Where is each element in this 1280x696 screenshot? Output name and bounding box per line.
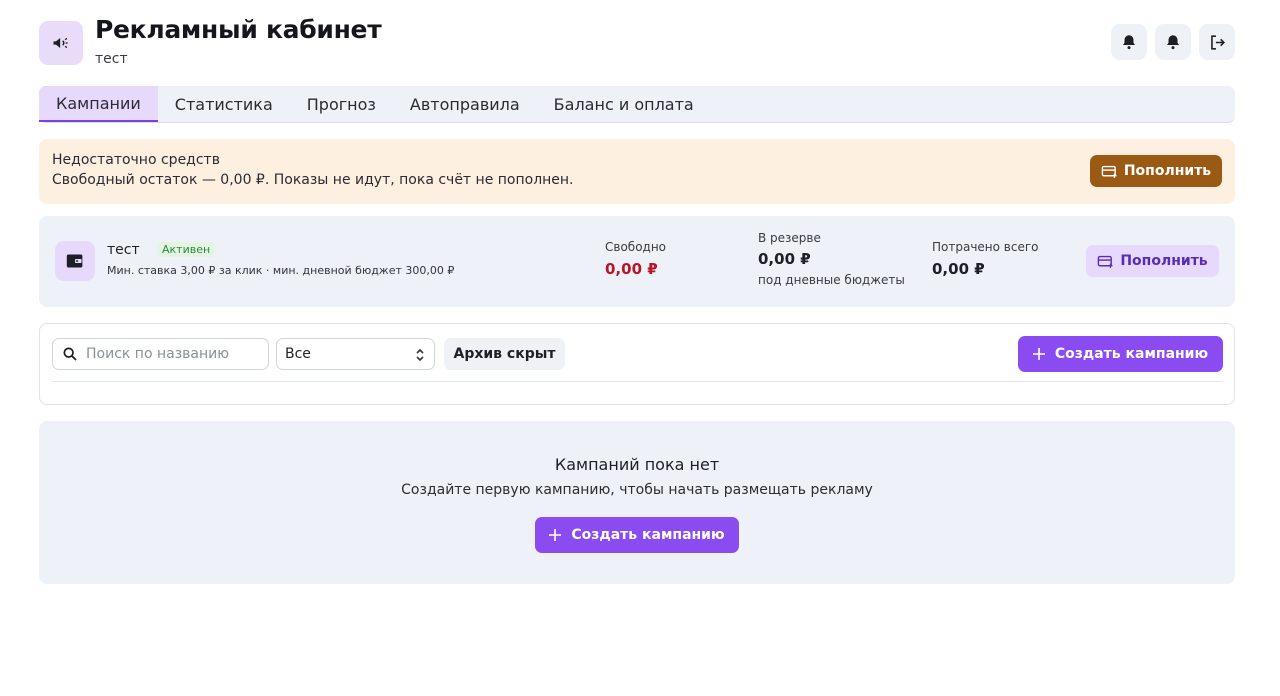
insufficient-funds-alert: Недостаточно средств Свободный остаток —… [39,139,1235,204]
status-filter-value: Все [285,346,311,362]
account-name: тест [107,242,140,258]
tab-autorules[interactable]: Автоправила [393,86,537,122]
page-title: Рекламный кабинет [95,15,382,44]
archive-toggle-button[interactable]: Архив скрыт [444,338,565,370]
spent-label: Потрачено всего [932,240,1039,254]
notifications-button[interactable] [1111,24,1147,60]
tab-campaigns[interactable]: Кампании [39,86,158,122]
status-badge: Активен [157,242,216,257]
spent-value: 0,00 ₽ [932,260,985,278]
chevron-updown-icon [416,348,424,362]
account-top-up-button[interactable]: Пополнить [1086,245,1219,277]
account-description: Мин. ставка 3,00 ₽ за клик · мин. дневно… [107,264,455,277]
alert-title: Недостаточно средств [52,152,220,168]
free-label: Свободно [605,240,667,254]
reserve-value: 0,00 ₽ [758,250,811,268]
page-header: Рекламный кабинет тест [39,14,1235,74]
account-subtitle: тест [95,51,128,67]
alert-text: Свободный остаток — 0,00 ₽. Показы не ид… [52,172,574,188]
free-value: 0,00 ₽ [605,260,658,278]
megaphone-icon [39,21,83,65]
logout-button[interactable] [1199,24,1235,60]
alert-top-up-label: Пополнить [1123,163,1212,179]
create-campaign-label: Создать кампанию [1054,346,1209,362]
empty-state-title: Кампаний пока нет [554,455,720,474]
tab-statistics[interactable]: Статистика [158,86,290,122]
card-plus-icon [1098,255,1113,268]
plus-icon [1032,348,1045,360]
search-icon [63,347,77,361]
logout-icon [1210,34,1225,50]
bell-icon [1167,35,1179,50]
reserve-label: В резерве [758,231,821,245]
campaigns-toolbar: Все Архив скрыт Создать кампанию [39,323,1235,405]
reserve-note: под дневные бюджеты [758,273,905,287]
toolbar-divider [52,381,1222,382]
alert-top-up-button[interactable]: Пополнить [1090,155,1222,187]
alerts-button[interactable] [1155,24,1191,60]
card-plus-icon [1101,165,1117,178]
wallet-icon [55,241,95,281]
search-input[interactable] [86,339,264,369]
bell-icon [1123,35,1135,50]
account-top-up-label: Пополнить [1120,253,1208,269]
tab-forecast[interactable]: Прогноз [290,86,393,122]
search-box [52,338,269,370]
create-first-campaign-label: Создать кампанию [571,527,725,543]
empty-state-text: Создайте первую кампанию, чтобы начать р… [401,482,873,498]
create-campaign-button[interactable]: Создать кампанию [1018,336,1223,372]
status-filter-select[interactable]: Все [276,338,435,370]
tab-bar: Кампании Статистика Прогноз Автоправила … [39,86,1235,123]
empty-state: Кампаний пока нет Создайте первую кампан… [39,421,1235,584]
account-card: тест Активен Мин. ставка 3,00 ₽ за клик … [39,216,1235,307]
plus-icon [549,529,562,541]
tab-balance[interactable]: Баланс и оплата [537,86,711,122]
create-first-campaign-button[interactable]: Создать кампанию [535,517,739,553]
